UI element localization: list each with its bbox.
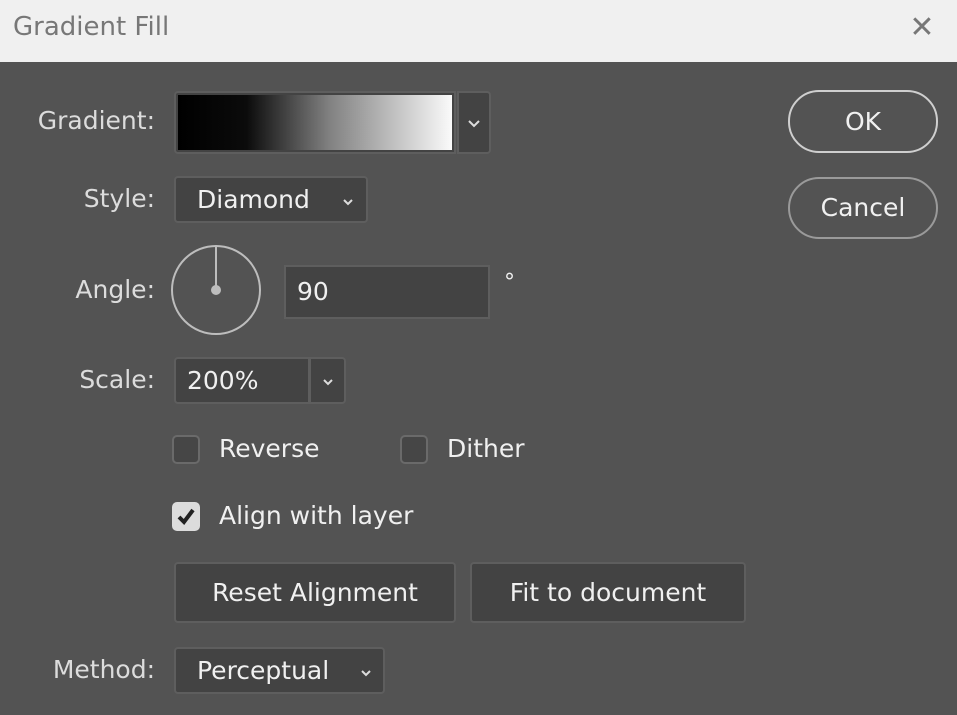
method-label: Method:	[52, 655, 155, 684]
scale-input[interactable]: 200%	[174, 357, 310, 404]
reverse-label: Reverse	[219, 434, 320, 463]
method-select[interactable]: Perceptual	[174, 647, 385, 694]
dialog-title: Gradient Fill	[13, 12, 170, 42]
style-label: Style:	[83, 184, 155, 213]
gradient-label: Gradient:	[37, 106, 155, 135]
align-with-layer-label: Align with layer	[219, 501, 414, 530]
gradient-preview[interactable]	[174, 91, 456, 154]
angle-label: Angle:	[75, 275, 155, 304]
fit-to-document-button[interactable]: Fit to document	[470, 562, 746, 623]
dither-label: Dither	[447, 434, 525, 463]
method-value: Perceptual	[197, 656, 330, 685]
dither-checkbox[interactable]	[400, 435, 428, 464]
reset-alignment-button[interactable]: Reset Alignment	[174, 562, 456, 623]
degree-unit: °	[504, 270, 515, 295]
chevron-down-icon	[360, 669, 372, 677]
style-select[interactable]: Diamond	[174, 176, 368, 223]
chevron-down-icon	[342, 198, 354, 206]
chevron-down-icon	[322, 378, 334, 386]
angle-input[interactable]: 90	[284, 265, 490, 319]
align-with-layer-checkbox[interactable]	[172, 502, 200, 531]
cancel-button[interactable]: Cancel	[788, 177, 938, 239]
angle-value: 90	[297, 277, 329, 306]
close-icon[interactable]: ✕	[906, 12, 938, 44]
scale-label: Scale:	[79, 365, 155, 394]
angle-dial[interactable]	[170, 244, 264, 338]
checkmark-icon	[177, 508, 195, 526]
scale-value: 200%	[187, 366, 259, 395]
gradient-dropdown-button[interactable]	[457, 91, 491, 154]
chevron-down-icon	[467, 119, 481, 128]
title-bar: Gradient Fill ✕	[0, 0, 957, 62]
style-value: Diamond	[197, 185, 310, 214]
ok-button[interactable]: OK	[788, 90, 938, 153]
reverse-checkbox[interactable]	[172, 435, 200, 464]
scale-dropdown-button[interactable]	[309, 357, 346, 404]
